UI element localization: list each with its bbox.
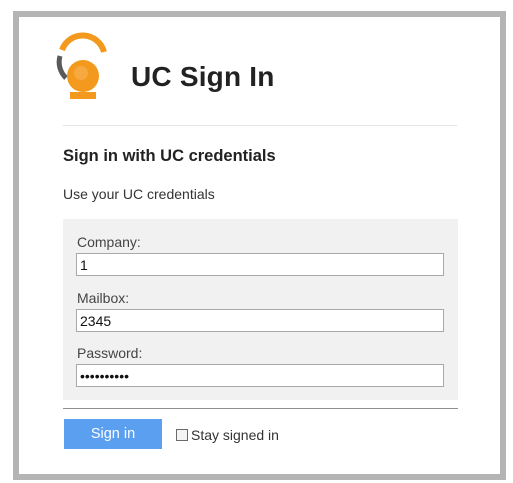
- company-label: Company:: [77, 234, 141, 250]
- header: UC Sign In: [52, 32, 462, 114]
- password-label: Password:: [77, 345, 143, 361]
- stay-signed-in-option[interactable]: Stay signed in: [176, 427, 279, 443]
- mailbox-label: Mailbox:: [77, 290, 130, 306]
- company-field[interactable]: [76, 253, 444, 276]
- signin-heading: Sign in with UC credentials: [63, 147, 276, 165]
- divider: [63, 125, 457, 126]
- signin-button[interactable]: Sign in: [64, 419, 162, 449]
- credentials-form: Company: Mailbox: Password:: [63, 219, 458, 400]
- stay-signed-in-label[interactable]: Stay signed in: [191, 427, 279, 443]
- password-field[interactable]: [76, 364, 444, 387]
- divider: [63, 408, 458, 409]
- mailbox-field[interactable]: [76, 309, 444, 332]
- uc-logo-icon: [56, 32, 107, 99]
- signin-subtitle: Use your UC credentials: [63, 186, 215, 202]
- stay-signed-in-checkbox[interactable]: [176, 429, 188, 441]
- app-title: UC Sign In: [131, 61, 275, 92]
